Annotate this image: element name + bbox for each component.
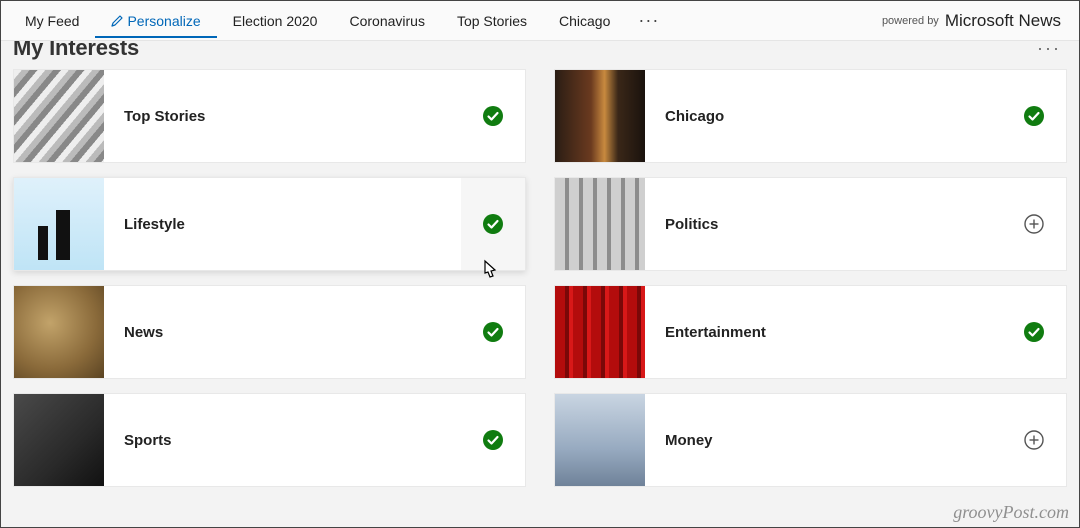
card-news[interactable]: News bbox=[13, 285, 526, 379]
nav-coronavirus[interactable]: Coronavirus bbox=[333, 4, 440, 37]
nav-personalize[interactable]: Personalize bbox=[95, 4, 216, 38]
check-icon bbox=[483, 106, 503, 126]
content-area: My Interests ··· Top Stories Chicago Lif… bbox=[1, 41, 1079, 527]
page-title: My Interests bbox=[13, 41, 1037, 61]
card-entertainment[interactable]: Entertainment bbox=[554, 285, 1067, 379]
top-nav: My Feed Personalize Election 2020 Corona… bbox=[1, 1, 1079, 41]
nav-my-feed[interactable]: My Feed bbox=[9, 4, 95, 37]
toggle-interest-button[interactable] bbox=[461, 394, 525, 486]
thumbnail bbox=[555, 178, 645, 270]
nav-chicago[interactable]: Chicago bbox=[543, 4, 626, 37]
nav-more-icon[interactable]: ··· bbox=[626, 10, 671, 31]
thumbnail bbox=[14, 178, 104, 270]
card-label: Money bbox=[645, 394, 1002, 486]
thumbnail bbox=[14, 70, 104, 162]
plus-icon bbox=[1024, 214, 1044, 234]
nav-top-stories[interactable]: Top Stories bbox=[441, 4, 543, 37]
thumbnail bbox=[14, 286, 104, 378]
thumbnail bbox=[555, 286, 645, 378]
card-sports[interactable]: Sports bbox=[13, 393, 526, 487]
brand-name: Microsoft News bbox=[945, 11, 1071, 31]
powered-by-label: powered by bbox=[882, 15, 945, 27]
toggle-interest-button[interactable] bbox=[1002, 178, 1066, 270]
card-chicago[interactable]: Chicago bbox=[554, 69, 1067, 163]
section-more-icon[interactable]: ··· bbox=[1037, 41, 1067, 59]
card-label: Sports bbox=[104, 394, 461, 486]
toggle-interest-button[interactable] bbox=[1002, 70, 1066, 162]
card-label: News bbox=[104, 286, 461, 378]
nav-election-2020[interactable]: Election 2020 bbox=[217, 4, 334, 37]
check-icon bbox=[483, 214, 503, 234]
check-icon bbox=[483, 430, 503, 450]
toggle-interest-button[interactable] bbox=[461, 178, 525, 270]
card-politics[interactable]: Politics bbox=[554, 177, 1067, 271]
thumbnail bbox=[555, 394, 645, 486]
card-label: Entertainment bbox=[645, 286, 1002, 378]
toggle-interest-button[interactable] bbox=[461, 70, 525, 162]
plus-icon bbox=[1024, 430, 1044, 450]
card-label: Chicago bbox=[645, 70, 1002, 162]
check-icon bbox=[1024, 322, 1044, 342]
card-lifestyle[interactable]: Lifestyle bbox=[13, 177, 526, 271]
check-icon bbox=[483, 322, 503, 342]
card-money[interactable]: Money bbox=[554, 393, 1067, 487]
card-label: Politics bbox=[645, 178, 1002, 270]
toggle-interest-button[interactable] bbox=[461, 286, 525, 378]
thumbnail bbox=[555, 70, 645, 162]
thumbnail bbox=[14, 394, 104, 486]
watermark: groovyPost.com bbox=[953, 502, 1069, 523]
nav-personalize-label: Personalize bbox=[127, 13, 200, 29]
toggle-interest-button[interactable] bbox=[1002, 286, 1066, 378]
card-label: Top Stories bbox=[104, 70, 461, 162]
toggle-interest-button[interactable] bbox=[1002, 394, 1066, 486]
card-top-stories[interactable]: Top Stories bbox=[13, 69, 526, 163]
interests-grid: Top Stories Chicago Lifestyle Politics bbox=[1, 69, 1079, 499]
pencil-icon bbox=[111, 14, 123, 30]
check-icon bbox=[1024, 106, 1044, 126]
card-label: Lifestyle bbox=[104, 178, 461, 270]
